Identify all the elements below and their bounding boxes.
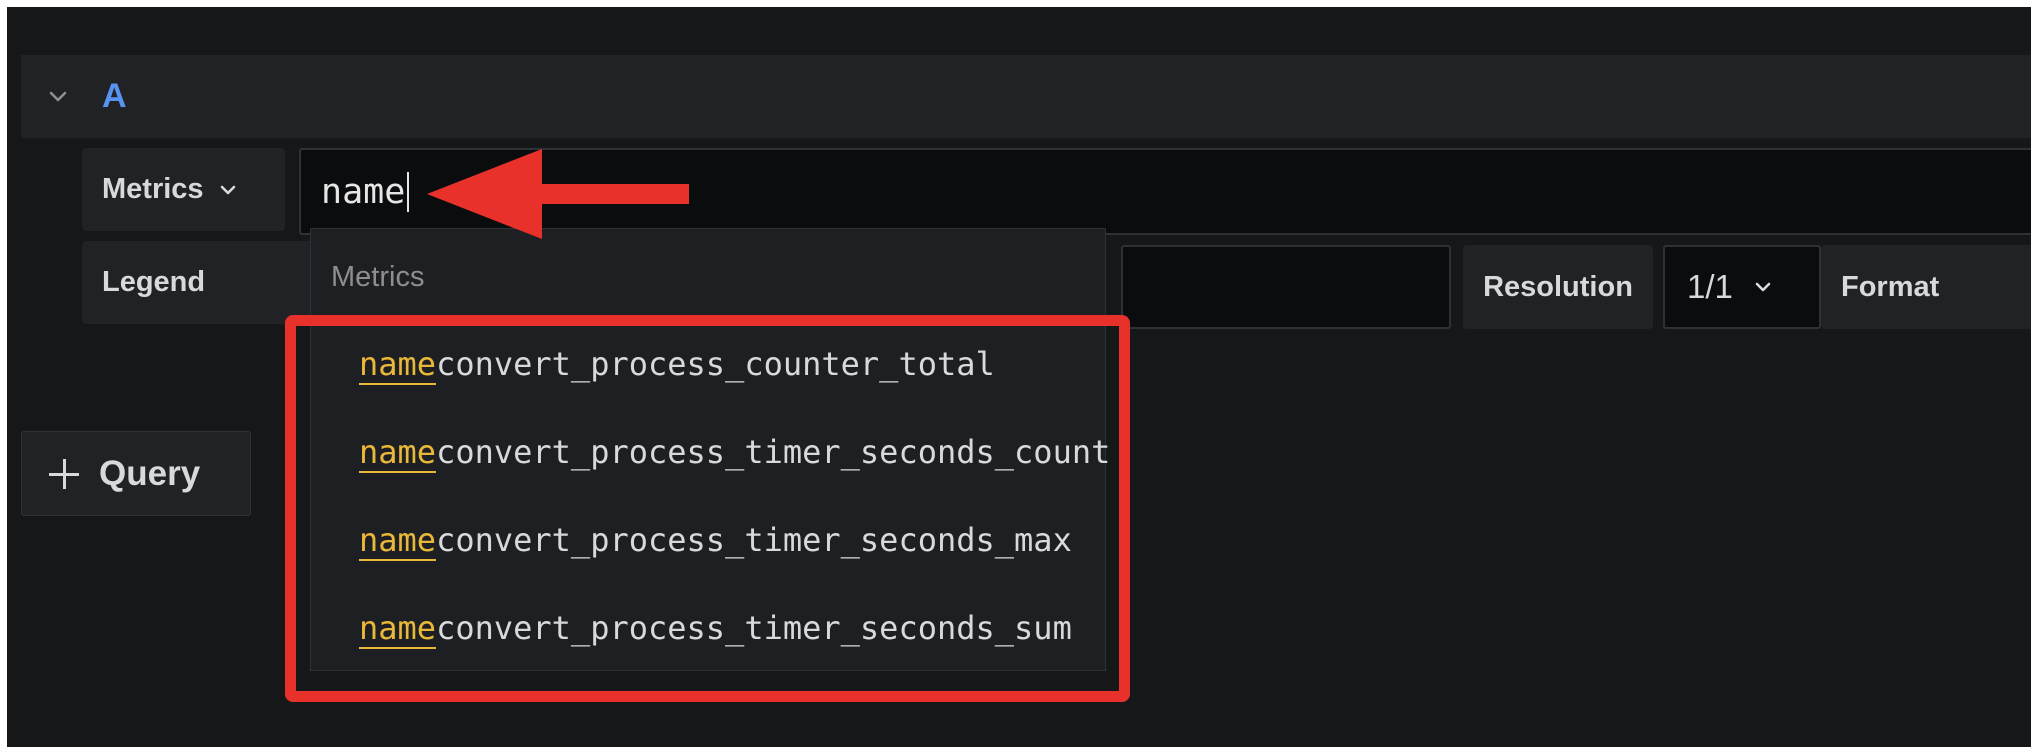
- query-input-text: name: [321, 171, 406, 212]
- add-query-label: Query: [99, 453, 201, 493]
- legend-input[interactable]: [1121, 245, 1451, 329]
- add-query-button[interactable]: Query: [21, 431, 251, 516]
- text-caret: [407, 171, 410, 212]
- chevron-down-icon: [220, 185, 235, 194]
- resolution-select[interactable]: 1/1: [1663, 245, 1821, 329]
- query-row-header[interactable]: [21, 55, 2031, 138]
- legend-label: Legend: [82, 241, 318, 324]
- resolution-value: 1/1: [1687, 268, 1733, 305]
- chevron-down-icon: [1755, 282, 1771, 292]
- annotation-highlight-box: [285, 315, 1130, 702]
- plus-icon: [49, 458, 79, 489]
- query-ref-id: A: [102, 77, 127, 115]
- query-editor-panel: A Metrics name Legend Resolution 1/1 For…: [7, 7, 2031, 747]
- chevron-down-icon[interactable]: [45, 84, 71, 110]
- metrics-button-label: Metrics: [102, 173, 204, 205]
- metrics-dropdown-button[interactable]: Metrics: [82, 148, 285, 231]
- autocomplete-group-header: Metrics: [331, 261, 425, 293]
- arrow-left-icon: [427, 149, 689, 239]
- format-label: Format: [1821, 245, 2031, 329]
- resolution-label: Resolution: [1463, 245, 1653, 329]
